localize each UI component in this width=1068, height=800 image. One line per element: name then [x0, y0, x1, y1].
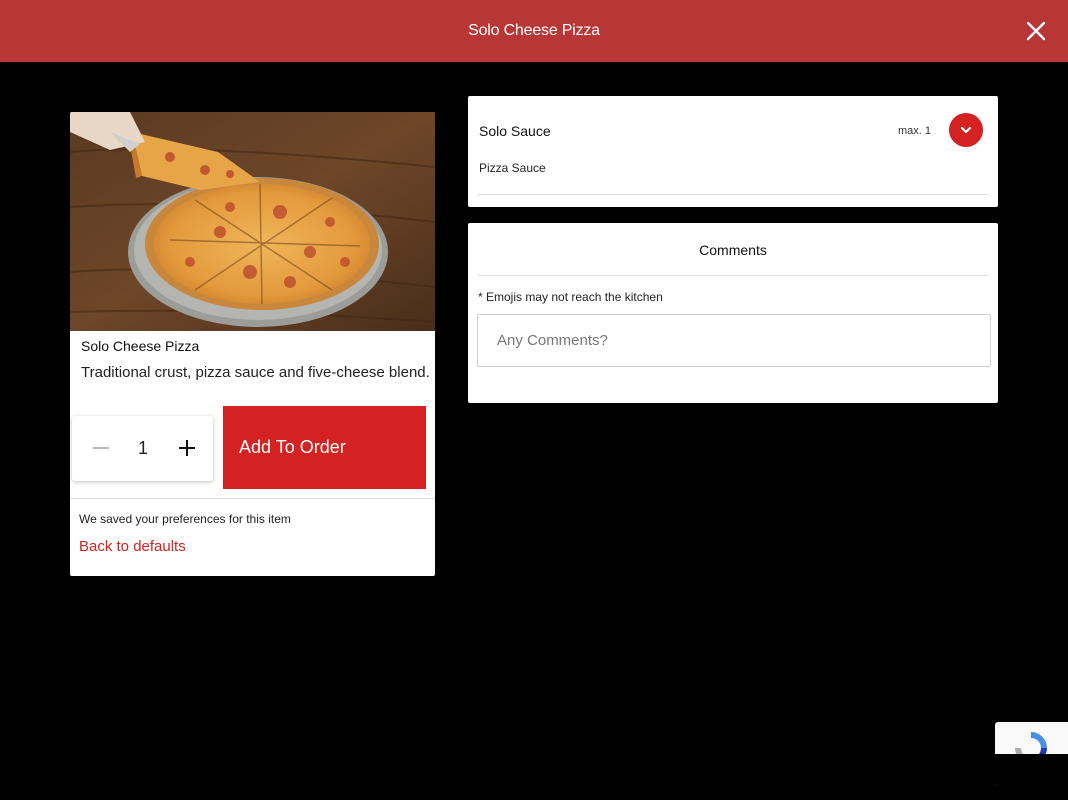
recaptcha-badge[interactable] — [995, 722, 1068, 786]
sauce-modifier-card: Solo Sauce max. 1 Pizza Sauce — [468, 96, 998, 207]
item-description: Traditional crust, pizza sauce and five-… — [81, 364, 430, 381]
pizza-photo — [70, 112, 435, 331]
item-card: Solo Cheese Pizza Traditional crust, piz… — [70, 112, 435, 576]
quantity-stepper: 1 — [72, 416, 213, 481]
divider — [478, 194, 988, 195]
item-name: Solo Cheese Pizza — [81, 338, 200, 354]
recaptcha-footer — [995, 754, 1068, 786]
close-button[interactable] — [1024, 19, 1048, 43]
back-to-defaults-link[interactable]: Back to defaults — [79, 538, 186, 555]
minus-icon — [93, 447, 109, 449]
modifier-group-title: Solo Sauce — [479, 123, 551, 139]
decrease-quantity-button[interactable] — [90, 437, 112, 459]
saved-preferences-note: We saved your preferences for this item — [79, 512, 291, 526]
chevron-down-icon — [960, 126, 972, 134]
close-icon — [1026, 21, 1046, 41]
emoji-warning-note: * Emojis may not reach the kitchen — [478, 290, 663, 304]
plus-icon — [179, 440, 195, 456]
divider — [70, 498, 435, 499]
header-bar: Solo Cheese Pizza — [0, 0, 1068, 62]
add-to-order-button[interactable]: Add To Order — [223, 406, 426, 489]
page-title: Solo Cheese Pizza — [468, 22, 600, 39]
comments-input[interactable] — [477, 314, 991, 367]
selected-modifier: Pizza Sauce — [479, 161, 546, 175]
comments-card: Comments * Emojis may not reach the kitc… — [468, 223, 998, 403]
increase-quantity-button[interactable] — [176, 437, 198, 459]
quantity-value: 1 — [137, 438, 148, 458]
max-selection-label: max. 1 — [897, 125, 931, 137]
expand-toggle-button[interactable] — [949, 113, 983, 147]
comments-title: Comments — [699, 242, 767, 258]
divider — [478, 275, 988, 276]
